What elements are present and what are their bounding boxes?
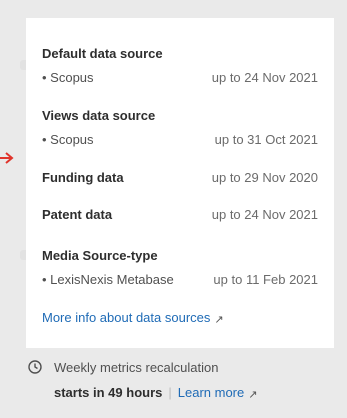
- views-source-date: up to 31 Oct 2021: [214, 132, 318, 147]
- arrow-indicator-icon: [0, 152, 14, 164]
- patent-data-heading: Patent data: [42, 207, 113, 222]
- recalculation-status: starts in 49 hours | Learn more ↗: [54, 385, 257, 402]
- media-source-heading: Media Source-type: [42, 248, 158, 263]
- funding-data-date: up to 29 Nov 2020: [211, 170, 318, 185]
- media-source-type: Media Source-type • LexisNexis Metabase …: [42, 248, 318, 288]
- learn-more-label: Learn more: [177, 385, 245, 400]
- views-data-source-heading: Views data source: [42, 108, 156, 123]
- clock-icon: [28, 360, 42, 374]
- funding-data-row: Funding data up to 29 Nov 2020: [42, 170, 318, 186]
- data-sources-panel: Default data source • Scopus up to 24 No…: [26, 18, 334, 348]
- views-data-source: Views data source • Scopus up to 31 Oct …: [42, 108, 318, 148]
- default-source-date: up to 24 Nov 2021: [211, 70, 318, 85]
- funding-data: Funding data up to 29 Nov 2020: [42, 170, 318, 186]
- external-link-icon: ↗: [248, 389, 258, 401]
- views-data-source-row: • Scopus up to 31 Oct 2021: [42, 132, 318, 148]
- default-data-source-row: • Scopus up to 24 Nov 2021: [42, 70, 318, 86]
- learn-more-link[interactable]: Learn more ↗: [177, 385, 258, 401]
- views-source-name: • Scopus: [42, 132, 94, 147]
- media-source-name: • LexisNexis Metabase: [42, 272, 174, 287]
- recalculation-text: Weekly metrics recalculation: [54, 360, 219, 375]
- patent-data: Patent data up to 24 Nov 2021: [42, 207, 318, 223]
- default-source-name: • Scopus: [42, 70, 94, 85]
- more-info-label: More info about data sources: [42, 310, 211, 325]
- external-link-icon: ↗: [214, 314, 224, 326]
- footer-separator: |: [168, 385, 172, 400]
- funding-data-heading: Funding data: [42, 170, 124, 185]
- media-source-row: • LexisNexis Metabase up to 11 Feb 2021: [42, 272, 318, 288]
- default-data-source-heading: Default data source: [42, 46, 163, 61]
- recalculation-countdown: starts in 49 hours: [54, 385, 163, 400]
- more-info-link[interactable]: More info about data sources ↗: [42, 310, 224, 327]
- patent-data-row: Patent data up to 24 Nov 2021: [42, 207, 318, 223]
- metrics-footer: Weekly metrics recalculation starts in 4…: [26, 358, 334, 408]
- media-source-date: up to 11 Feb 2021: [213, 272, 318, 287]
- patent-data-date: up to 24 Nov 2021: [211, 207, 318, 222]
- default-data-source: Default data source • Scopus up to 24 No…: [42, 46, 318, 86]
